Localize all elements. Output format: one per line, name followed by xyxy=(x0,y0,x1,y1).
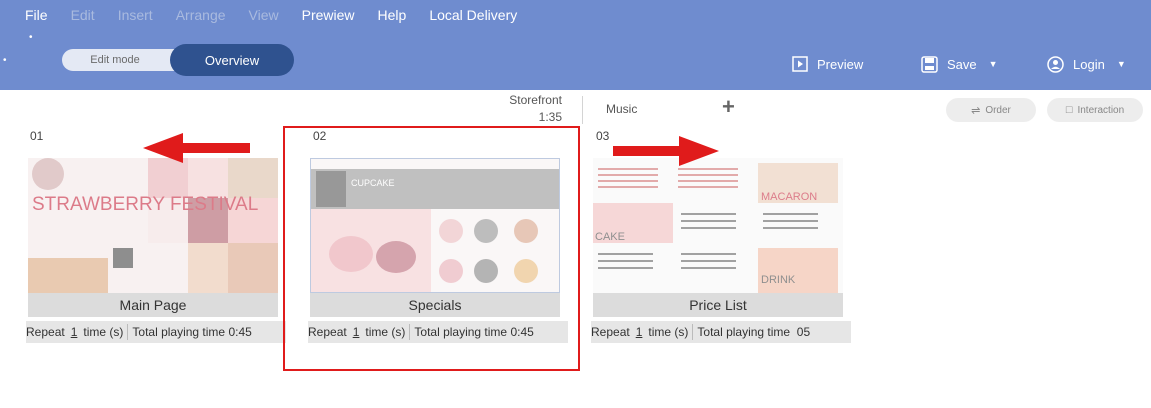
menu-file[interactable]: File xyxy=(25,7,48,23)
repeat-setting: Repeat 1 time (s) Total playing time 05 xyxy=(591,321,851,343)
strawberry-thumbnail-art: STRAWBERRY FESTIVAL xyxy=(28,158,278,293)
total-playing-time: Total playing time 0:45 xyxy=(132,325,252,339)
menu-local-delivery[interactable]: Local Delivery xyxy=(429,7,517,23)
order-icon: ⇌ xyxy=(971,104,981,117)
slide-thumbnail[interactable]: MACARON CAKE DRINK xyxy=(593,158,843,293)
top-bar: File Edit Insert Arrange View Prewiew He… xyxy=(0,0,1151,90)
menu-arrange[interactable]: Arrange xyxy=(176,7,226,23)
play-icon xyxy=(792,56,808,72)
price-list-thumbnail-art: MACARON CAKE DRINK xyxy=(593,158,843,293)
storefront-label: Storefront xyxy=(509,93,562,107)
arrow-right-icon xyxy=(613,136,719,166)
total-playing-time: Total playing time 05 xyxy=(697,325,811,339)
thumbnail-macaron-label: MACARON xyxy=(761,191,817,203)
repeat-suffix: time (s) xyxy=(83,325,124,339)
slide-card-main-page[interactable]: STRAWBERRY FESTIVAL Main Page Repeat 1 t… xyxy=(26,150,286,350)
preview-label: Preview xyxy=(817,56,864,72)
menu-bar: File Edit Insert Arrange View Prewiew He… xyxy=(0,0,517,30)
menu-view[interactable]: View xyxy=(249,7,279,23)
user-icon xyxy=(1047,55,1064,73)
interaction-icon: □ xyxy=(1065,104,1073,116)
menu-edit[interactable]: Edit xyxy=(71,7,95,23)
divider xyxy=(127,324,129,340)
login-dropdown-icon[interactable]: ▼ xyxy=(1117,59,1126,69)
divider xyxy=(582,96,583,124)
storefront-time: 1:35 xyxy=(538,110,562,124)
save-button[interactable]: Save ▼ xyxy=(921,52,998,76)
arrow-left-icon xyxy=(143,133,250,163)
interaction-label: Interaction xyxy=(1077,104,1125,116)
repeat-suffix: time (s) xyxy=(648,325,689,339)
interaction-button[interactable]: □ Interaction xyxy=(1047,98,1143,122)
preview-button[interactable]: Preview xyxy=(792,52,863,76)
slide-card-price-list[interactable]: MACARON CAKE DRINK Price List Repeat 1 t… xyxy=(591,150,851,350)
repeat-prefix: Repeat xyxy=(26,325,65,339)
repeat-prefix: Repeat xyxy=(591,325,630,339)
order-label: Order xyxy=(985,104,1011,116)
menu-insert[interactable]: Insert xyxy=(118,7,153,23)
repeat-count-input[interactable]: 1 xyxy=(71,325,78,339)
slide-number: 01 xyxy=(30,129,44,143)
slide-thumbnail[interactable]: STRAWBERRY FESTIVAL xyxy=(28,158,278,293)
slide-name[interactable]: Main Page xyxy=(28,293,278,317)
thumbnail-title: STRAWBERRY FESTIVAL xyxy=(32,194,258,215)
repeat-setting: Repeat 1 time (s) Total playing time 0:4… xyxy=(26,321,286,343)
thumbnail-drink-label: DRINK xyxy=(761,274,796,286)
overview-button[interactable]: Overview xyxy=(170,44,294,76)
save-dropdown-icon[interactable]: ▼ xyxy=(989,59,998,69)
repeat-count-input[interactable]: 1 xyxy=(636,325,643,339)
cursor-mark-icon: • xyxy=(29,32,33,43)
add-music-icon[interactable]: + xyxy=(722,96,735,118)
divider xyxy=(692,324,694,340)
save-icon xyxy=(921,55,938,73)
save-label: Save xyxy=(947,56,977,72)
selected-slide-highlight xyxy=(283,126,580,371)
order-button[interactable]: ⇌ Order xyxy=(946,98,1036,122)
login-button[interactable]: Login ▼ xyxy=(1047,52,1126,76)
login-label: Login xyxy=(1073,56,1105,72)
slide-number: 03 xyxy=(596,129,610,143)
menu-preview[interactable]: Prewiew xyxy=(302,7,355,23)
menu-help[interactable]: Help xyxy=(378,7,407,23)
mode-toggle[interactable]: Edit mode Overview xyxy=(62,44,294,76)
app-window: File Edit Insert Arrange View Prewiew He… xyxy=(0,0,1151,408)
music-label: Music xyxy=(606,102,638,116)
slide-name[interactable]: Price List xyxy=(593,293,843,317)
edge-mark-icon: • xyxy=(3,55,7,66)
thumbnail-cake-label: CAKE xyxy=(595,231,625,243)
